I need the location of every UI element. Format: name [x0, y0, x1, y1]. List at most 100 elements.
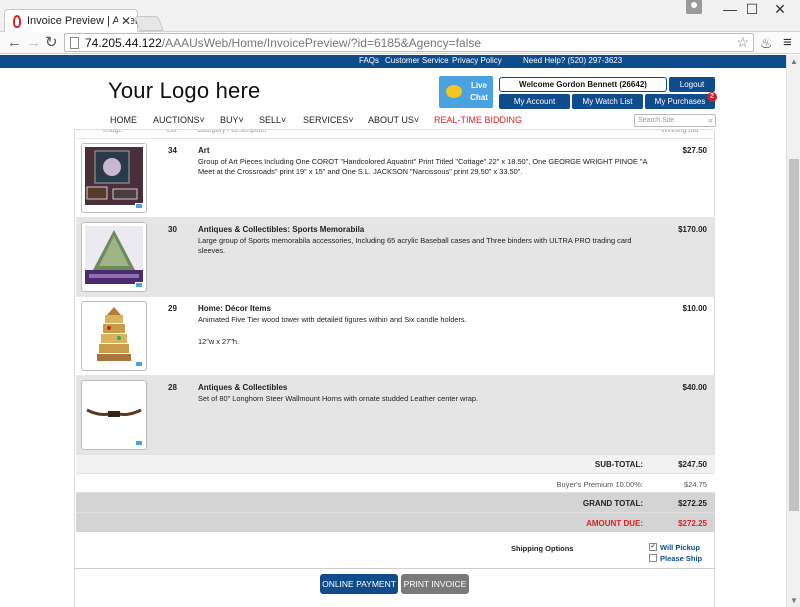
- premium-row: Buyer's Premium 10.00%: $24.75: [76, 473, 715, 492]
- please-ship-label[interactable]: Please Ship: [660, 554, 702, 563]
- customer-service-link[interactable]: Customer Service: [385, 56, 449, 65]
- extension-icon[interactable]: ♨: [760, 35, 773, 52]
- print-invoice-button[interactable]: PRINT INVOICE: [401, 574, 469, 594]
- scroll-down-icon[interactable]: ▼: [790, 596, 798, 605]
- subtotal-row: SUB-TOTAL: $247.50: [76, 454, 715, 473]
- site-favicon-icon: [13, 15, 21, 28]
- close-tab-icon[interactable]: ✕: [117, 14, 131, 28]
- table-row: 29 Home: Décor Items Animated Five Tier …: [76, 296, 715, 375]
- table-row: 30 Antiques & Collectibles: Sports Memor…: [76, 217, 715, 296]
- subtotal-label: SUB-TOTAL:: [594, 460, 643, 469]
- nav-about-us[interactable]: ABOUT US˅: [368, 115, 419, 125]
- utility-bar: FAQs Customer Service Privacy Policy Nee…: [0, 55, 786, 68]
- browser-tab[interactable]: Invoice Preview | American ✕: [4, 9, 138, 32]
- purchases-count-badge: 2: [707, 92, 717, 102]
- my-purchases-button[interactable]: My Purchases: [645, 94, 715, 109]
- chevron-down-icon: ˅: [281, 115, 287, 125]
- item-price: $40.00: [682, 383, 707, 392]
- my-account-button[interactable]: My Account: [499, 94, 570, 109]
- please-ship-checkbox[interactable]: [649, 554, 657, 562]
- item-photo: [85, 305, 143, 363]
- item-price: $170.00: [678, 225, 707, 234]
- footer-divider: [74, 568, 715, 569]
- scroll-thumb[interactable]: [789, 159, 799, 511]
- new-tab-button[interactable]: [134, 16, 164, 31]
- table-row: 28 Antiques & Collectibles Set of 80" Lo…: [76, 375, 715, 454]
- live-chat-button[interactable]: Live Chat: [439, 76, 493, 108]
- reload-icon[interactable]: ↻: [45, 34, 58, 52]
- close-window-button[interactable]: ✕: [760, 0, 800, 20]
- premium-value: $24.75: [684, 480, 707, 489]
- chevron-down-icon: ˅: [199, 115, 205, 125]
- column-header-winning-bid: Winning Bid: [661, 130, 699, 134]
- page-viewport: FAQs Customer Service Privacy Policy Nee…: [0, 55, 786, 607]
- scroll-up-icon[interactable]: ▲: [790, 57, 798, 66]
- item-thumbnail[interactable]: [81, 222, 147, 292]
- item-thumbnail[interactable]: [81, 143, 147, 213]
- site-logo[interactable]: Your Logo here: [108, 78, 260, 104]
- live-chat-label: Live Chat: [470, 81, 488, 102]
- browser-menu-icon[interactable]: ≡: [783, 34, 792, 51]
- privacy-policy-link[interactable]: Privacy Policy: [452, 56, 502, 65]
- back-arrow-icon[interactable]: ←: [7, 34, 22, 52]
- zoom-image-icon[interactable]: [135, 440, 143, 446]
- invoice-table: Image Lot Category / Description Winning…: [74, 130, 715, 607]
- address-bar[interactable]: 74.205.44.122/AAAUsWeb/Home/InvoicePrevi…: [64, 33, 754, 52]
- item-category: Art: [198, 146, 210, 155]
- grand-total-label: GRAND TOTAL:: [582, 499, 643, 508]
- item-description: Large group of Sports memorabila accesso…: [198, 236, 632, 255]
- amount-due-value: $272.25: [678, 519, 707, 528]
- nav-buy[interactable]: BUY˅: [220, 115, 244, 125]
- lot-number: 34: [168, 146, 177, 155]
- item-photo: [85, 147, 143, 205]
- my-watch-list-button[interactable]: My Watch List: [572, 94, 643, 109]
- forward-arrow-icon[interactable]: →: [26, 34, 41, 52]
- chat-bubble-icon: [446, 85, 462, 98]
- chevron-down-icon: ˅: [348, 115, 354, 125]
- faqs-link[interactable]: FAQs: [359, 56, 379, 65]
- item-category: Home: Décor Items: [198, 304, 271, 313]
- nav-sell[interactable]: SELL˅: [259, 115, 286, 125]
- nav-auctions-label: AUCTIONS: [153, 115, 200, 125]
- grand-total-value: $272.25: [678, 499, 707, 508]
- zoom-image-icon[interactable]: [135, 361, 143, 367]
- online-payment-button[interactable]: ONLINE PAYMENT: [320, 574, 398, 594]
- will-pickup-checkbox[interactable]: ✓: [649, 543, 657, 551]
- nav-about-label: ABOUT US: [368, 115, 414, 125]
- table-row: 34 Art Group of Art Pieces Including One…: [76, 138, 715, 217]
- lot-number: 28: [168, 383, 177, 392]
- lot-number: 30: [168, 225, 177, 234]
- profile-icon[interactable]: [686, 0, 702, 14]
- item-thumbnail[interactable]: [81, 301, 147, 371]
- logout-button[interactable]: Logout: [669, 77, 715, 92]
- nav-home[interactable]: HOME: [110, 115, 137, 125]
- search-icon[interactable]: ⌕: [708, 115, 713, 126]
- browser-titlebar: Invoice Preview | American ✕ — ☐ ✕: [0, 0, 800, 32]
- nav-services[interactable]: SERVICES˅: [303, 115, 354, 125]
- search-placeholder: Search Site: [638, 117, 675, 124]
- nav-services-label: SERVICES: [303, 115, 349, 125]
- nav-real-time-bidding[interactable]: REAL-TIME BIDDING: [434, 115, 522, 125]
- shipping-options-label: Shipping Options: [511, 544, 574, 553]
- item-price: $27.50: [682, 146, 707, 155]
- amount-due-row: AMOUNT DUE: $272.25: [76, 512, 715, 532]
- chevron-down-icon: ˅: [413, 115, 420, 125]
- will-pickup-label[interactable]: Will Pickup: [660, 543, 700, 552]
- page-info-icon[interactable]: [70, 37, 79, 49]
- subtotal-value: $247.50: [678, 460, 707, 469]
- nav-buy-label: BUY: [220, 115, 239, 125]
- lot-number: 29: [168, 304, 177, 313]
- item-category: Antiques & Collectibles: [198, 383, 288, 392]
- zoom-image-icon[interactable]: [135, 203, 143, 209]
- nav-sell-label: SELL: [259, 115, 282, 125]
- grand-total-row: GRAND TOTAL: $272.25: [76, 492, 715, 512]
- item-thumbnail[interactable]: [81, 380, 147, 450]
- help-phone-link[interactable]: Need Help? (520) 297-3623: [523, 56, 622, 65]
- bookmark-star-icon[interactable]: ☆: [736, 34, 749, 51]
- item-description: Animated Five Tier wood tower with detai…: [198, 315, 467, 324]
- nav-auctions[interactable]: AUCTIONS˅: [153, 115, 205, 125]
- item-description: Set of 80" Longhorn Steer Wallmount Horn…: [198, 394, 479, 403]
- page-scrollbar[interactable]: ▲ ▼: [786, 55, 800, 607]
- zoom-image-icon[interactable]: [135, 282, 143, 288]
- search-input[interactable]: Search Site ⌕: [634, 114, 716, 127]
